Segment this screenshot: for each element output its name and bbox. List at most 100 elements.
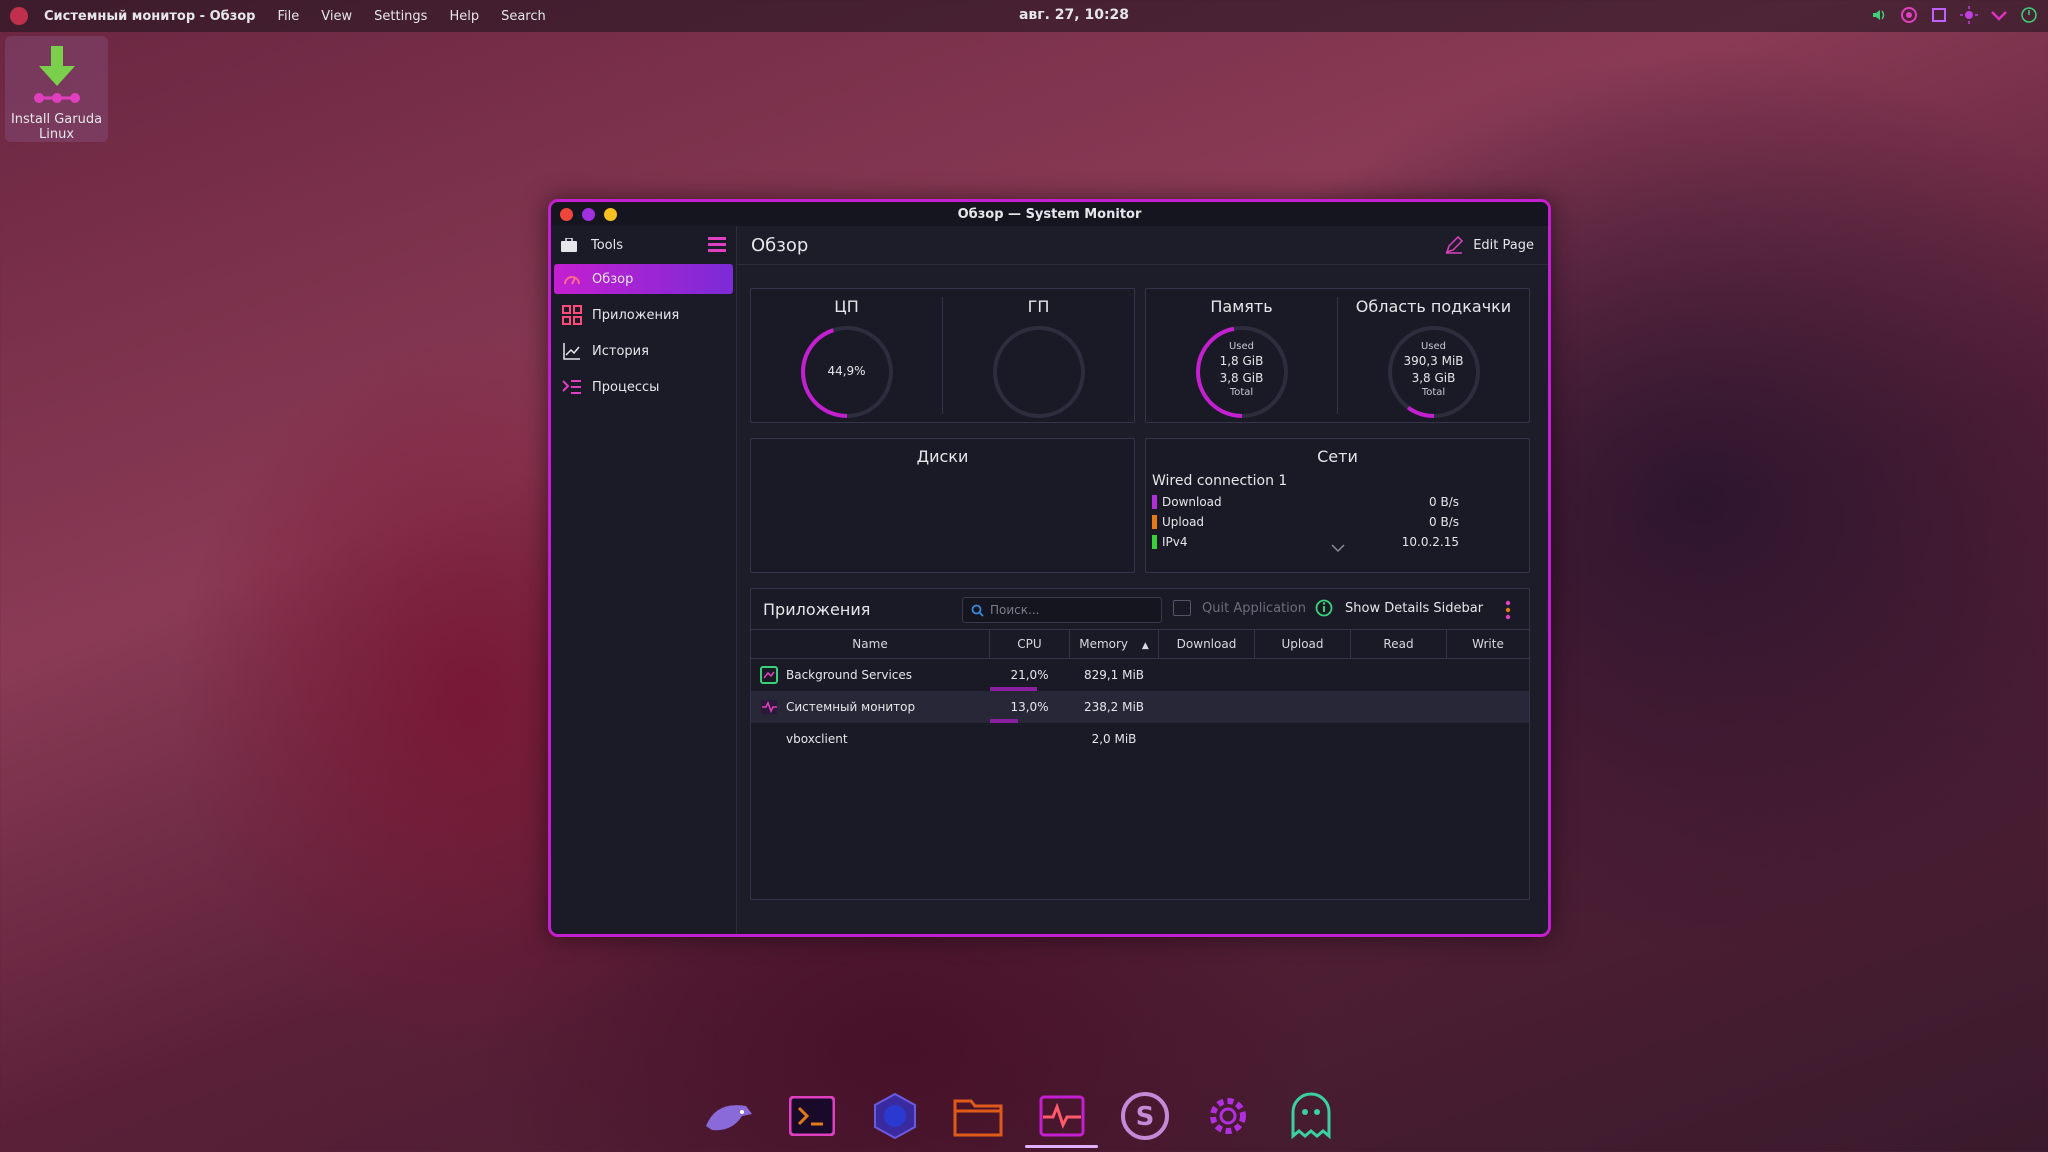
- dock-system-monitor-icon[interactable]: [1024, 1087, 1099, 1148]
- edit-page-label: Edit Page: [1473, 237, 1534, 253]
- app-name: vboxclient: [786, 732, 848, 746]
- quit-application-button[interactable]: Quit Application: [1173, 600, 1306, 616]
- table-row[interactable]: Background Services 21,0% 829,1 MiB: [751, 659, 1529, 691]
- memory-total-label: Total: [1229, 387, 1254, 398]
- net-row-label: Upload: [1162, 515, 1205, 529]
- menu-settings[interactable]: Settings: [374, 9, 427, 24]
- chevron-down-icon[interactable]: [1990, 6, 2008, 24]
- desktop-icon-label: Install Garuda Linux: [10, 112, 103, 142]
- column-write[interactable]: Write: [1446, 629, 1529, 659]
- svg-text:S: S: [1136, 1102, 1155, 1132]
- hamburger-menu-icon[interactable]: [708, 237, 726, 253]
- dock-sddm-s-icon[interactable]: S: [1116, 1087, 1173, 1145]
- swap-total-label: Total: [1421, 387, 1446, 398]
- memory-section[interactable]: Память Used 1,8 GiB 3,8 GiB Total: [1146, 289, 1337, 422]
- sidebar-item-processes[interactable]: Процессы: [554, 372, 733, 402]
- cpu-title: ЦП: [834, 297, 859, 316]
- table-row[interactable]: vboxclient 2,0 MiB: [751, 723, 1529, 755]
- install-garuda-desktop-icon[interactable]: Install Garuda Linux: [5, 36, 108, 142]
- applications-table: Name CPU Memory ▲ Download Upload Read W…: [751, 629, 1529, 755]
- app-cpu: [990, 723, 1070, 755]
- app-memory: 2,0 MiB: [1091, 732, 1137, 746]
- swap-section[interactable]: Область подкачки Used 390,3 MiB 3,8 GiB …: [1338, 289, 1529, 422]
- dock-terminal-icon[interactable]: [783, 1087, 840, 1145]
- brightness-icon[interactable]: [1960, 6, 1978, 24]
- app-memory: 238,2 MiB: [1069, 691, 1159, 723]
- network-icon[interactable]: [1900, 6, 1918, 24]
- app-cpu: 21,0%: [1010, 668, 1049, 682]
- more-options-icon[interactable]: [1505, 600, 1511, 620]
- window-titlebar[interactable]: Обзор — System Monitor: [551, 202, 1548, 226]
- quit-label: Quit Application: [1202, 600, 1306, 616]
- gpu-gauge: [992, 326, 1085, 418]
- column-read[interactable]: Read: [1350, 629, 1447, 659]
- download-color-swatch: [1152, 495, 1157, 509]
- edit-page-button[interactable]: Edit Page: [1445, 236, 1534, 254]
- gpu-section[interactable]: ГП: [943, 289, 1134, 422]
- sidebar-item-history[interactable]: История: [554, 336, 733, 366]
- dock-files-folder-icon[interactable]: [950, 1087, 1007, 1145]
- applications-grid-icon: [562, 305, 582, 325]
- swap-used: 390,3 MiB: [1403, 354, 1464, 368]
- sort-ascending-icon: ▲: [1141, 641, 1149, 651]
- column-download[interactable]: Download: [1158, 629, 1255, 659]
- menu-file[interactable]: File: [278, 9, 300, 24]
- tools-button[interactable]: Tools: [551, 226, 736, 264]
- volume-icon[interactable]: [1870, 6, 1888, 24]
- sidebar-item-overview[interactable]: Обзор: [554, 264, 733, 294]
- app-name: Системный монитор: [786, 700, 916, 714]
- app-cpu: 13,0%: [1010, 700, 1049, 714]
- network-card[interactable]: Сети Wired connection 1 Download 0 B/s U…: [1145, 438, 1530, 573]
- toolbox-icon: [561, 238, 577, 252]
- pencil-icon: [1446, 236, 1464, 254]
- system-monitor-app-icon: [761, 700, 777, 714]
- menu-view[interactable]: View: [321, 9, 352, 24]
- dock-browser-icon[interactable]: [867, 1087, 924, 1145]
- swap-used-label: Used: [1420, 341, 1447, 352]
- column-upload[interactable]: Upload: [1254, 629, 1351, 659]
- swap-readout: Used 390,3 MiB 3,8 GiB Total: [1338, 341, 1529, 399]
- expand-chevron-icon[interactable]: [1330, 543, 1346, 553]
- net-row-label: Download: [1162, 495, 1222, 509]
- background-services-icon: [760, 666, 778, 684]
- net-row-ipv4: IPv4 10.0.2.15: [1152, 533, 1459, 551]
- dock-ghost-icon[interactable]: [1283, 1087, 1340, 1145]
- applications-card: Приложения Поиск... Quit Application Sho…: [750, 588, 1530, 900]
- main-panel: Обзор Edit Page ЦП 44,9% ГП Память Used …: [737, 226, 1548, 934]
- table-row[interactable]: Системный монитор 13,0% 238,2 MiB: [751, 691, 1529, 723]
- menu-search[interactable]: Search: [501, 9, 546, 24]
- show-details-button[interactable]: Show Details Sidebar: [1315, 599, 1483, 617]
- dock-settings-gear-icon[interactable]: [1200, 1087, 1257, 1145]
- memory-title: Память: [1210, 297, 1273, 316]
- window-title: Обзор — System Monitor: [957, 206, 1142, 222]
- dock-garuda-eagle-icon[interactable]: [700, 1087, 757, 1145]
- vboxclient-icon: [760, 730, 778, 748]
- memory-readout: Used 1,8 GiB 3,8 GiB Total: [1146, 341, 1337, 399]
- column-memory[interactable]: Memory ▲: [1069, 629, 1159, 659]
- clipboard-icon[interactable]: [1930, 6, 1948, 24]
- menu-help[interactable]: Help: [449, 9, 479, 24]
- quit-icon: [1173, 600, 1191, 616]
- ipv4-color-swatch: [1152, 535, 1157, 549]
- network-title: Сети: [1317, 447, 1358, 466]
- gpu-title: ГП: [1027, 297, 1050, 316]
- column-memory-label: Memory: [1079, 637, 1129, 651]
- active-app-title: Системный монитор - Обзор: [44, 8, 256, 24]
- applications-title: Приложения: [763, 599, 871, 619]
- sidebar-item-applications[interactable]: Приложения: [554, 300, 733, 330]
- disks-card[interactable]: Диски: [750, 438, 1135, 573]
- sidebar-item-label: Обзор: [592, 271, 634, 287]
- upload-color-swatch: [1152, 515, 1157, 529]
- column-cpu[interactable]: CPU: [989, 629, 1070, 659]
- column-name[interactable]: Name: [751, 629, 990, 659]
- sidebar-item-label: Процессы: [592, 379, 660, 395]
- cpu-section[interactable]: ЦП 44,9%: [751, 289, 942, 422]
- download-arrow-icon: [33, 46, 80, 103]
- cpu-value: 44,9%: [827, 364, 866, 378]
- memory-used: 1,8 GiB: [1219, 354, 1264, 368]
- power-icon[interactable]: [2020, 6, 2038, 24]
- connection-name: Wired connection 1: [1152, 473, 1288, 489]
- garuda-logo-icon[interactable]: [10, 7, 28, 25]
- search-input[interactable]: Поиск...: [962, 597, 1162, 623]
- app-name: Background Services: [786, 668, 913, 682]
